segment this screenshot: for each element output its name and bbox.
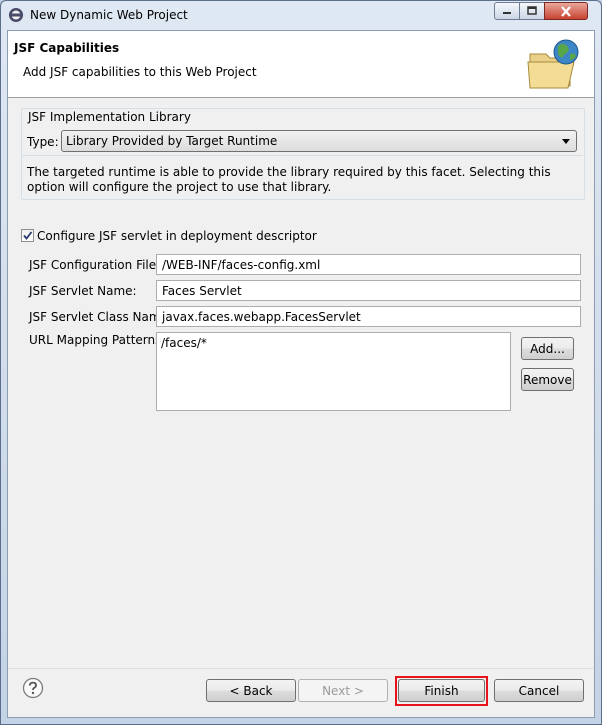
servlet-class-input[interactable]: javax.faces.webapp.FacesServlet <box>156 306 581 327</box>
maximize-icon <box>527 6 537 15</box>
cancel-button[interactable]: Cancel <box>494 679 584 702</box>
close-icon <box>561 5 571 17</box>
dialog-body: JSF Capabilities Add JSF capabilities to… <box>7 30 595 718</box>
remove-button[interactable]: Remove <box>521 368 574 391</box>
footer-divider <box>8 668 594 669</box>
finish-button[interactable]: Finish <box>398 679 485 702</box>
wizard-header: JSF Capabilities Add JSF capabilities to… <box>8 31 594 98</box>
servlet-name-value: Faces Servlet <box>162 284 242 298</box>
url-mapping-list[interactable]: /faces/* <box>156 332 511 411</box>
page-title: JSF Capabilities <box>14 41 120 55</box>
group-divider <box>21 155 583 156</box>
eclipse-app-icon <box>9 8 23 22</box>
page-description: Add JSF capabilities to this Web Project <box>23 65 257 79</box>
add-button[interactable]: Add... <box>521 337 574 360</box>
chevron-down-icon <box>562 139 570 144</box>
url-mapping-label: URL Mapping Patterns: <box>29 333 166 347</box>
type-label: Type: <box>27 135 59 149</box>
config-file-label: JSF Configuration File: <box>29 258 161 272</box>
minimize-button[interactable] <box>494 2 520 20</box>
configure-servlet-checkbox[interactable] <box>21 229 34 242</box>
servlet-name-label: JSF Servlet Name: <box>29 284 137 298</box>
next-button[interactable]: Next > <box>298 679 388 702</box>
library-type-value: Library Provided by Target Runtime <box>66 134 278 148</box>
servlet-name-input[interactable]: Faces Servlet <box>156 280 581 301</box>
implementation-group-label: JSF Implementation Library <box>26 110 193 124</box>
url-mapping-item[interactable]: /faces/* <box>161 336 207 350</box>
window-title: New Dynamic Web Project <box>30 8 188 22</box>
library-info-text: The targeted runtime is able to provide … <box>27 165 551 194</box>
dialog-window: New Dynamic Web Project JSF Capabilities… <box>0 0 602 725</box>
config-file-input[interactable]: /WEB-INF/faces-config.xml <box>156 254 581 275</box>
title-bar: New Dynamic Web Project <box>1 1 601 29</box>
back-button[interactable]: < Back <box>206 679 296 702</box>
checkmark-icon <box>23 231 33 240</box>
minimize-icon <box>503 12 511 14</box>
configure-servlet-label[interactable]: Configure JSF servlet in deployment desc… <box>37 229 317 243</box>
maximize-button[interactable] <box>519 2 545 20</box>
close-button[interactable] <box>544 2 588 20</box>
library-type-select[interactable]: Library Provided by Target Runtime <box>61 130 577 152</box>
servlet-class-value: javax.faces.webapp.FacesServlet <box>162 310 361 324</box>
config-file-value: /WEB-INF/faces-config.xml <box>162 258 321 272</box>
folder-globe-icon <box>527 39 579 89</box>
help-icon[interactable] <box>22 677 44 699</box>
servlet-class-label: JSF Servlet Class Name: <box>29 310 172 324</box>
